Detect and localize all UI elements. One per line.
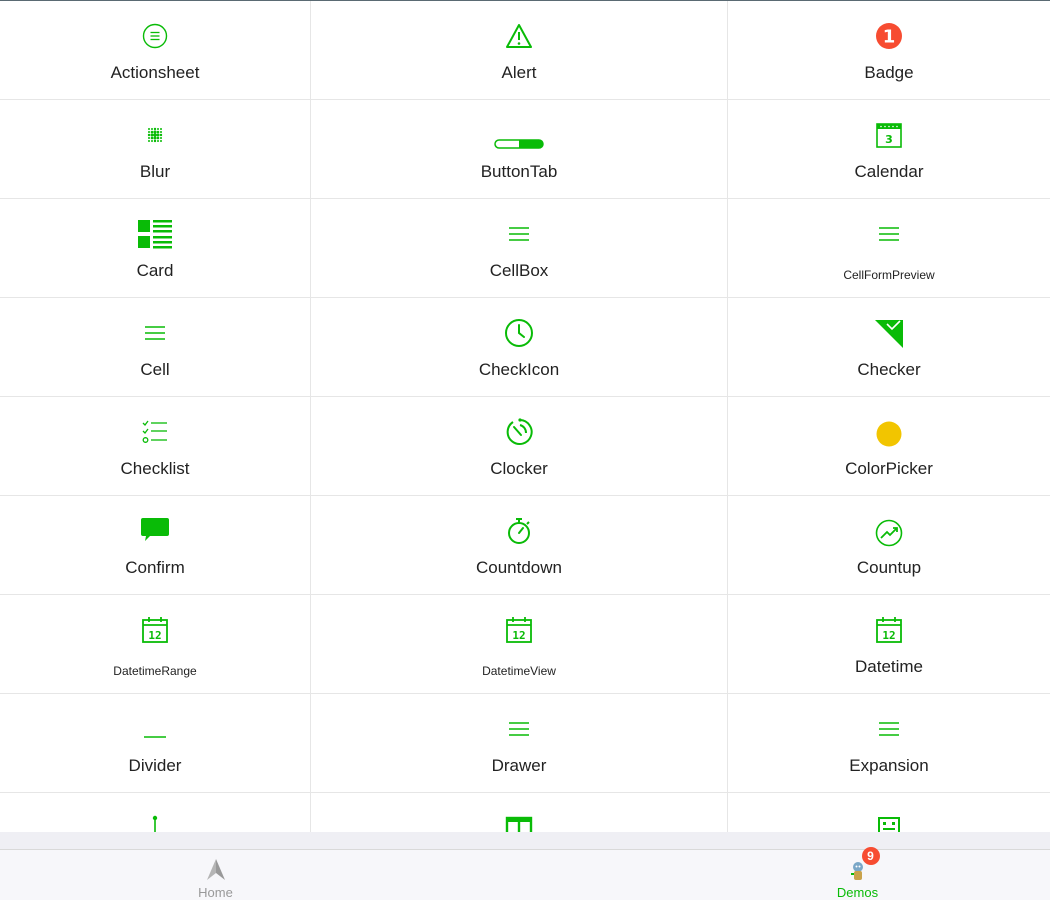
grid-item-partial-2[interactable]: [311, 793, 728, 832]
grid-item-label: Clocker: [490, 459, 548, 478]
tab-demos-badge: 9: [861, 847, 880, 865]
menu-icon: [873, 218, 905, 250]
date-icon: 12: [139, 614, 171, 646]
grid-item-cell[interactable]: Cell: [0, 298, 311, 397]
grid-item-blur[interactable]: Blur: [0, 100, 311, 199]
tab-home[interactable]: Home: [0, 850, 478, 901]
grid-item-label: ColorPicker: [845, 459, 933, 478]
stopwatch-icon: [503, 515, 535, 547]
tab-home-label: Home: [198, 885, 233, 900]
date-icon: 12: [503, 614, 535, 646]
grid-item-label: DatetimeRange: [113, 664, 197, 678]
navigation-arrow-icon: [204, 858, 228, 882]
svg-text:12: 12: [148, 629, 161, 642]
blur-icon: [139, 119, 171, 151]
grid-item-divider[interactable]: Divider: [0, 694, 311, 793]
menu-icon: [503, 713, 535, 745]
grid-item-label: Datetime: [854, 657, 924, 676]
grid-item-confirm[interactable]: Confirm: [0, 496, 311, 595]
menu-icon: [503, 218, 535, 250]
alert-icon: [503, 20, 535, 52]
grid-item-checklist[interactable]: Checklist: [0, 397, 311, 496]
grid-item-label: CellBox: [489, 261, 549, 280]
grid-item-actionsheet[interactable]: Actionsheet: [0, 1, 311, 100]
grid-item-label: Calendar: [854, 162, 924, 181]
chat-bubble-icon: [139, 515, 171, 547]
grid-item-clocker[interactable]: Clocker: [311, 397, 728, 496]
grid-item-checkicon[interactable]: CheckIcon: [311, 298, 728, 397]
badge-icon: 1: [873, 20, 905, 52]
grid-item-card[interactable]: Card: [0, 199, 311, 298]
grid-item-colorpicker[interactable]: ColorPicker: [728, 397, 1050, 496]
actionsheet-icon: [139, 20, 171, 52]
grid-item-label: Countup: [856, 558, 922, 577]
grid-item-label: DatetimeView: [482, 664, 556, 678]
grid-item-label: Drawer: [491, 756, 547, 775]
grid-item-label: Card: [136, 261, 174, 280]
grid-item-label: Checker: [857, 360, 921, 379]
grid-item-label: Actionsheet: [110, 63, 200, 82]
grid-item-label: CheckIcon: [478, 360, 560, 379]
divider-icon: [139, 713, 171, 745]
grid-item-label: Alert: [501, 63, 537, 82]
grid-item-label: Countdown: [475, 558, 562, 577]
grid-item-label: ButtonTab: [480, 162, 558, 181]
svg-text:12: 12: [512, 629, 525, 642]
buttontab-icon: [494, 119, 544, 151]
svg-text:1: 1: [883, 27, 896, 48]
menu-icon: [139, 317, 171, 349]
bottom-tabbar: Home 9 Demos: [0, 847, 1050, 901]
grid-item-countdown[interactable]: Countdown: [311, 496, 728, 595]
grid-item-partial-1[interactable]: [0, 793, 311, 832]
checklist-icon: [139, 416, 171, 448]
robot-icon: [873, 812, 905, 832]
trend-up-icon: [873, 515, 905, 547]
clock-icon: [503, 317, 535, 349]
svg-text:12: 12: [882, 629, 895, 642]
grid-item-label: Cell: [140, 360, 170, 379]
checker-icon: [873, 317, 905, 349]
grid-item-datetimeview[interactable]: 12 DatetimeView: [311, 595, 728, 694]
grid-item-label: Expansion: [849, 756, 929, 775]
grid-item-label: CellFormPreview: [843, 268, 935, 282]
grid-item-expansion[interactable]: Expansion: [728, 694, 1050, 793]
grid-item-checker[interactable]: Checker: [728, 298, 1050, 397]
tab-demos[interactable]: 9 Demos: [595, 847, 1050, 901]
grid-item-alert[interactable]: Alert: [311, 1, 728, 100]
grid-item-label: Blur: [139, 162, 171, 181]
grid-item-cellbox[interactable]: CellBox: [311, 199, 728, 298]
date-icon: 12: [873, 614, 905, 646]
grid-item-label: Badge: [864, 63, 914, 82]
grid-item-calendar[interactable]: 3 Calendar: [728, 100, 1050, 199]
tab-demos-label: Demos: [836, 885, 879, 900]
color-dot-icon: [873, 416, 905, 448]
demo-grid: Actionsheet Alert 1 Badge Blur ButtonTab…: [0, 1, 1050, 832]
svg-text:3: 3: [885, 133, 893, 146]
grid-item-countup[interactable]: Countup: [728, 496, 1050, 595]
grid-item-partial-3[interactable]: [728, 793, 1050, 832]
panel-icon: [503, 812, 535, 832]
calendar-icon: 3: [873, 119, 905, 151]
grid-item-label: Checklist: [120, 459, 190, 478]
grid-item-datetimerange[interactable]: 12 DatetimeRange: [0, 595, 311, 694]
grid-item-drawer[interactable]: Drawer: [311, 694, 728, 793]
card-icon: [138, 218, 172, 250]
menu-icon: [873, 713, 905, 745]
grid-item-buttontab[interactable]: ButtonTab: [311, 100, 728, 199]
grid-item-datetime[interactable]: 12 Datetime: [728, 595, 1050, 694]
grid-item-label: Divider: [128, 756, 182, 775]
grid-item-cellformpreview[interactable]: CellFormPreview: [728, 199, 1050, 298]
separator-bar: [0, 832, 1050, 849]
grid-item-label: Confirm: [125, 558, 185, 577]
grid-item-badge[interactable]: 1 Badge: [728, 1, 1050, 100]
clocker-icon: [503, 416, 535, 448]
pin-icon: [139, 812, 171, 832]
